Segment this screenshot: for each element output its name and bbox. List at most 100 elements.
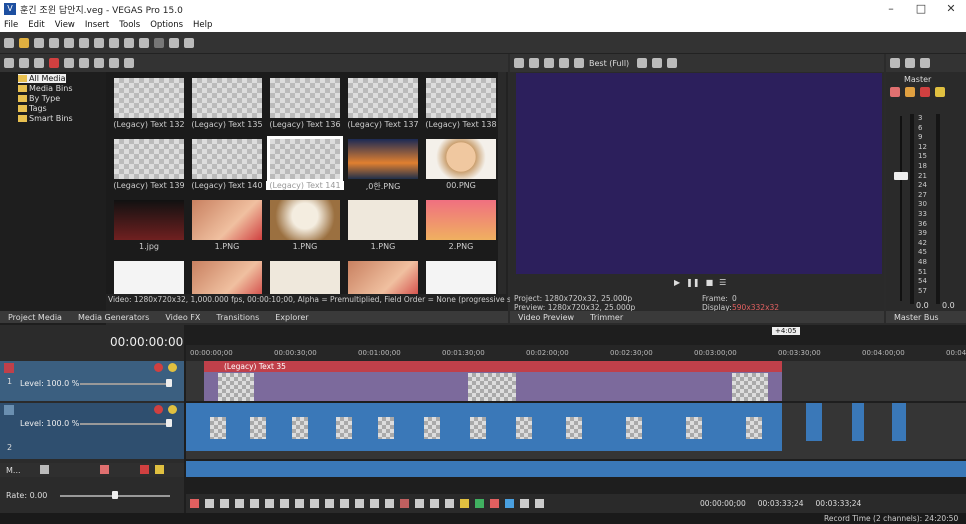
menu-tools[interactable]: Tools xyxy=(119,20,140,30)
tab-master-bus[interactable]: Master Bus xyxy=(886,313,947,322)
capture-icon[interactable] xyxy=(19,58,29,68)
gear-icon[interactable] xyxy=(40,465,49,474)
import-media-icon[interactable] xyxy=(4,58,14,68)
views-icon[interactable] xyxy=(109,58,119,68)
previous-frame-icon[interactable] xyxy=(310,499,319,508)
save-icon[interactable] xyxy=(34,37,44,48)
mute-icon[interactable] xyxy=(154,363,163,372)
lock-icon[interactable] xyxy=(445,499,454,508)
paste-icon[interactable] xyxy=(124,37,134,48)
stop-icon[interactable] xyxy=(265,499,274,508)
media-thumbnail[interactable] xyxy=(270,200,340,240)
media-thumbnail[interactable] xyxy=(114,78,184,118)
tree-tags[interactable]: Tags xyxy=(18,104,47,113)
track2-level-slider[interactable] xyxy=(80,423,170,425)
tree-media-bins[interactable]: Media Bins xyxy=(18,84,73,93)
play-from-start-icon[interactable] xyxy=(220,499,229,508)
open-icon[interactable] xyxy=(19,37,29,48)
copy-snapshot-icon[interactable] xyxy=(652,58,663,68)
preview-quality-select[interactable]: Best (Full) xyxy=(589,59,629,68)
record-icon[interactable] xyxy=(190,499,199,508)
media-thumbnail[interactable] xyxy=(348,261,418,294)
split-screen-icon[interactable] xyxy=(559,58,569,68)
video-fx-icon[interactable] xyxy=(544,58,554,68)
media-thumbnail[interactable] xyxy=(192,78,262,118)
mute-icon[interactable] xyxy=(920,87,930,97)
media-thumbnail[interactable] xyxy=(426,261,496,294)
menu-help[interactable]: Help xyxy=(193,20,212,30)
master-track-lane[interactable] xyxy=(186,461,966,477)
save-as-icon[interactable] xyxy=(49,37,59,48)
gear-icon[interactable] xyxy=(514,58,524,68)
track1-level-knob[interactable] xyxy=(166,379,172,387)
quality-icon[interactable] xyxy=(574,58,584,68)
master-fader-knob[interactable] xyxy=(894,172,908,180)
go-to-start-icon[interactable] xyxy=(280,499,289,508)
tab-media-generators[interactable]: Media Generators xyxy=(70,313,157,322)
remove-icon[interactable] xyxy=(49,58,59,68)
media-thumbnail[interactable] xyxy=(114,139,184,179)
media-thumbnail[interactable] xyxy=(426,200,496,240)
solo-icon[interactable] xyxy=(168,405,177,414)
fx-icon[interactable] xyxy=(100,465,109,474)
media-thumbnail[interactable] xyxy=(114,261,184,294)
track-menu-icon[interactable] xyxy=(4,363,14,373)
audio-clip[interactable] xyxy=(852,403,864,441)
media-thumbnail[interactable] xyxy=(114,200,184,240)
envelope-tool-icon[interactable] xyxy=(355,499,364,508)
media-thumbnail[interactable] xyxy=(192,261,262,294)
audio-clip[interactable] xyxy=(806,403,822,441)
copy-icon[interactable] xyxy=(529,58,539,68)
tab-transitions[interactable]: Transitions xyxy=(208,313,267,322)
audio-clip[interactable] xyxy=(892,403,906,441)
split-icon[interactable] xyxy=(430,499,439,508)
settings-icon[interactable] xyxy=(905,87,915,97)
maximize-icon[interactable]: □ xyxy=(906,0,936,18)
media-thumbnail[interactable] xyxy=(270,261,340,294)
redo-icon[interactable] xyxy=(154,37,164,48)
audio-track-lane[interactable] xyxy=(186,403,966,459)
get-media-icon[interactable] xyxy=(34,58,44,68)
overlays-icon[interactable] xyxy=(637,58,648,68)
stop-icon[interactable]: ■ xyxy=(706,278,714,287)
menu-view[interactable]: View xyxy=(55,20,75,30)
media-thumbnail[interactable] xyxy=(267,136,343,182)
edit-tool-icon[interactable] xyxy=(340,499,349,508)
rate-knob[interactable] xyxy=(112,491,118,499)
tab-explorer[interactable]: Explorer xyxy=(267,313,316,322)
go-to-end-icon[interactable] xyxy=(295,499,304,508)
media-fx-icon[interactable] xyxy=(64,58,74,68)
undo-icon[interactable] xyxy=(139,37,149,48)
tab-video-preview[interactable]: Video Preview xyxy=(510,313,582,322)
grouping-icon[interactable] xyxy=(520,499,529,508)
cut-icon[interactable] xyxy=(94,37,104,48)
pause-icon[interactable] xyxy=(250,499,259,508)
tab-video-fx[interactable]: Video FX xyxy=(157,313,208,322)
media-thumbnail[interactable] xyxy=(348,78,418,118)
render-icon[interactable] xyxy=(64,37,74,48)
tab-trimmer[interactable]: Trimmer xyxy=(582,313,631,322)
play-icon[interactable] xyxy=(235,499,244,508)
tree-smart-bins[interactable]: Smart Bins xyxy=(18,114,73,123)
region-icon[interactable] xyxy=(475,499,484,508)
pause-icon[interactable]: ❚❚ xyxy=(686,278,699,287)
stop-media-icon[interactable] xyxy=(94,58,104,68)
minimize-icon[interactable]: – xyxy=(876,0,906,18)
next-frame-icon[interactable] xyxy=(325,499,334,508)
media-thumbnail[interactable] xyxy=(192,200,262,240)
media-thumbnail[interactable] xyxy=(426,139,496,179)
trim-icon[interactable] xyxy=(415,499,424,508)
track-menu-icon[interactable] xyxy=(4,405,14,415)
menu-edit[interactable]: Edit xyxy=(28,20,44,30)
play-media-icon[interactable] xyxy=(79,58,89,68)
fx-icon[interactable] xyxy=(890,87,900,97)
save-snapshot-icon[interactable] xyxy=(667,58,678,68)
media-thumbnail[interactable] xyxy=(426,78,496,118)
menu-options[interactable]: Options xyxy=(150,20,183,30)
search-icon[interactable] xyxy=(124,58,134,68)
video-track-lane[interactable]: (Legacy) Text 35 xyxy=(186,361,966,401)
solo-icon[interactable] xyxy=(155,465,164,474)
tree-all-media[interactable]: All Media xyxy=(18,74,66,83)
meters-icon[interactable] xyxy=(920,58,930,68)
menu-file[interactable]: File xyxy=(4,20,18,30)
